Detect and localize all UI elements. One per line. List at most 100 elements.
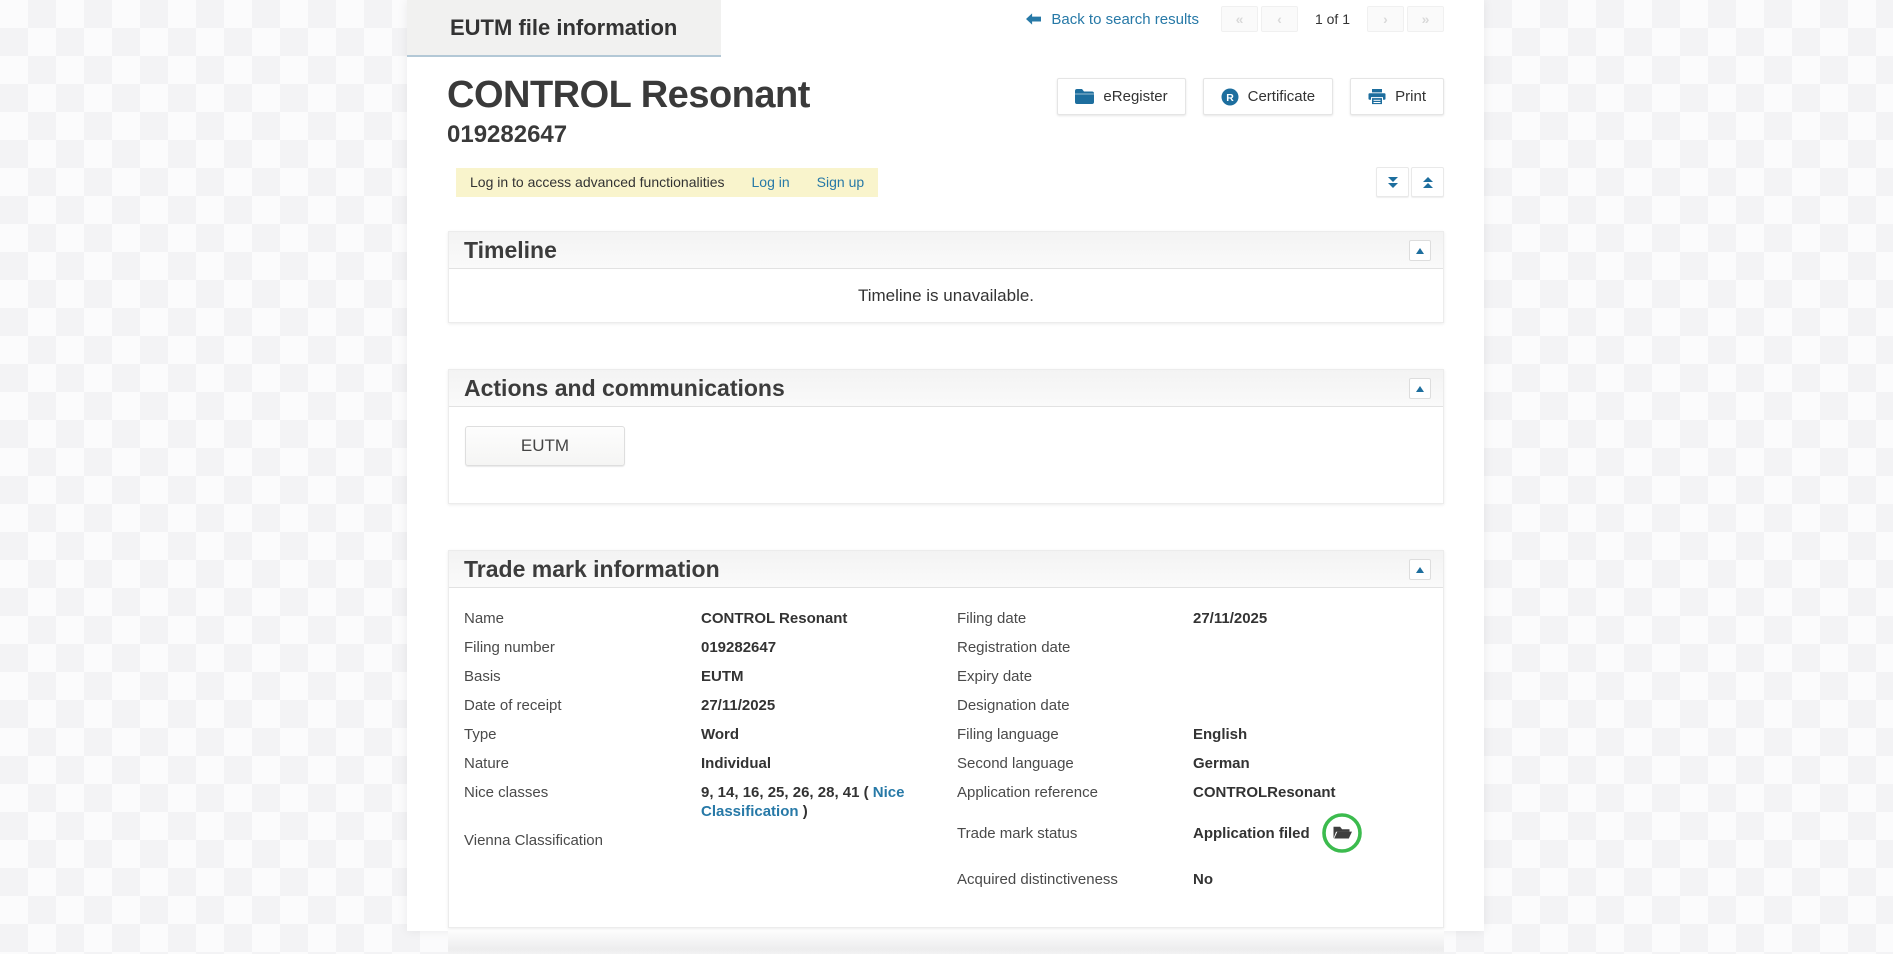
title-row: CONTROL Resonant 019282647 eRegister R C… xyxy=(407,74,1484,149)
trade-mark-status-value: Application filed xyxy=(1193,824,1310,843)
field-value: CONTROL Resonant xyxy=(701,609,957,628)
field-row-type: Type Word xyxy=(464,725,957,744)
field-value xyxy=(1193,667,1453,686)
content-column: EUTM file information Back to search res… xyxy=(407,0,1484,931)
double-chevron-down-icon xyxy=(1386,176,1400,189)
last-page-button[interactable]: » xyxy=(1407,6,1444,32)
next-section-strip xyxy=(448,930,1444,954)
field-label: Nature xyxy=(464,754,701,773)
trademark-left-column: Name CONTROL Resonant Filing number 0192… xyxy=(464,609,957,899)
log-in-link[interactable]: Log in xyxy=(752,174,790,190)
tab-label: EUTM file information xyxy=(450,15,677,41)
eutm-tab-button[interactable]: EUTM xyxy=(465,426,625,466)
registered-mark-icon: R xyxy=(1221,88,1239,106)
next-page-button[interactable]: › xyxy=(1367,6,1404,32)
first-page-icon: « xyxy=(1236,11,1244,27)
trademark-section-header: Trade mark information xyxy=(449,551,1443,588)
expand-all-button[interactable] xyxy=(1411,167,1444,197)
eregister-button[interactable]: eRegister xyxy=(1057,78,1185,115)
sign-up-link[interactable]: Sign up xyxy=(817,174,864,190)
first-page-button[interactable]: « xyxy=(1221,6,1258,32)
trademark-right-column: Filing date 27/11/2025 Registration date… xyxy=(957,609,1453,899)
field-value: Word xyxy=(701,725,957,744)
collapse-icon xyxy=(1416,386,1424,392)
back-to-search-results-link[interactable]: Back to search results xyxy=(1026,11,1199,28)
field-label: Filing language xyxy=(957,725,1193,744)
next-page-icon: › xyxy=(1383,11,1388,27)
login-row: Log in to access advanced functionalitie… xyxy=(407,167,1484,197)
field-value: No xyxy=(1193,870,1453,889)
timeline-body: Timeline is unavailable. xyxy=(449,269,1443,322)
field-row-filing-language: Filing language English xyxy=(957,725,1453,744)
field-label: Application reference xyxy=(957,783,1193,802)
print-button[interactable]: Print xyxy=(1350,78,1444,115)
nice-classes-value: 9, 14, 16, 25, 26, 28, 41 ( xyxy=(701,784,869,801)
field-label: Trade mark status xyxy=(957,824,1193,843)
print-label: Print xyxy=(1395,88,1426,105)
page-title: CONTROL Resonant xyxy=(447,74,810,117)
field-row-name: Name CONTROL Resonant xyxy=(464,609,957,628)
nice-classes-suffix: ) xyxy=(803,803,808,820)
actions-section-title: Actions and communications xyxy=(464,375,785,402)
top-navigation: Back to search results « ‹ 1 of 1 › » xyxy=(1026,6,1444,32)
field-value: 9, 14, 16, 25, 26, 28, 41 ( Nice Classif… xyxy=(701,783,957,821)
field-value: German xyxy=(1193,754,1453,773)
field-row-acquired-distinctiveness: Acquired distinctiveness No xyxy=(957,870,1453,889)
field-label: Filing date xyxy=(957,609,1193,628)
last-page-icon: » xyxy=(1422,11,1430,27)
field-value: English xyxy=(1193,725,1453,744)
trademark-section-title: Trade mark information xyxy=(464,556,720,583)
field-value: Individual xyxy=(701,754,957,773)
login-message: Log in to access advanced functionalitie… xyxy=(470,174,725,190)
timeline-section-header: Timeline xyxy=(449,232,1443,269)
field-label: Vienna Classification xyxy=(464,831,701,850)
pager: « ‹ 1 of 1 › » xyxy=(1221,6,1444,32)
tab-eutm-file-information[interactable]: EUTM file information xyxy=(407,0,721,57)
trade-mark-information-section: Trade mark information Name CONTROL Reso… xyxy=(448,550,1444,928)
collapse-controls xyxy=(1376,167,1444,197)
eregister-label: eRegister xyxy=(1103,88,1167,105)
field-label: Acquired distinctiveness xyxy=(957,870,1193,889)
field-label: Nice classes xyxy=(464,783,701,821)
field-row-application-reference: Application reference CONTROLResonant xyxy=(957,783,1453,802)
actions-section-header: Actions and communications xyxy=(449,370,1443,407)
application-filed-status-icon xyxy=(1321,812,1363,854)
field-label: Name xyxy=(464,609,701,628)
field-value: 27/11/2025 xyxy=(1193,609,1453,628)
field-row-filing-number: Filing number 019282647 xyxy=(464,638,957,657)
certificate-button[interactable]: R Certificate xyxy=(1203,78,1334,115)
field-value: CONTROLResonant xyxy=(1193,783,1453,802)
timeline-collapse-button[interactable] xyxy=(1409,240,1431,261)
field-value xyxy=(1193,638,1453,657)
printer-icon xyxy=(1368,89,1386,105)
field-row-basis: Basis EUTM xyxy=(464,667,957,686)
application-number: 019282647 xyxy=(447,121,810,149)
collapse-icon xyxy=(1416,248,1424,254)
field-label: Registration date xyxy=(957,638,1193,657)
field-label: Type xyxy=(464,725,701,744)
svg-text:R: R xyxy=(1226,91,1234,103)
field-row-nature: Nature Individual xyxy=(464,754,957,773)
prev-page-button[interactable]: ‹ xyxy=(1261,6,1298,32)
field-row-trade-mark-status: Trade mark status Application filed xyxy=(957,812,1453,854)
double-chevron-up-icon xyxy=(1421,176,1435,189)
collapse-all-button[interactable] xyxy=(1376,167,1409,197)
prev-page-icon: ‹ xyxy=(1277,11,1282,27)
login-bar: Log in to access advanced functionalitie… xyxy=(456,168,878,197)
timeline-unavailable-message: Timeline is unavailable. xyxy=(858,286,1034,306)
field-row-registration-date: Registration date xyxy=(957,638,1453,657)
field-label: Expiry date xyxy=(957,667,1193,686)
folder-icon xyxy=(1075,89,1094,104)
trademark-collapse-button[interactable] xyxy=(1409,559,1431,580)
field-label: Second language xyxy=(957,754,1193,773)
back-arrow-icon xyxy=(1026,13,1041,25)
field-value: 27/11/2025 xyxy=(701,696,957,715)
actions-collapse-button[interactable] xyxy=(1409,378,1431,399)
page-indicator: 1 of 1 xyxy=(1315,11,1350,27)
back-link-label: Back to search results xyxy=(1051,11,1199,28)
field-row-date-of-receipt: Date of receipt 27/11/2025 xyxy=(464,696,957,715)
field-row-second-language: Second language German xyxy=(957,754,1453,773)
actions-body: EUTM xyxy=(449,407,1443,503)
field-value xyxy=(1193,696,1453,715)
field-label: Basis xyxy=(464,667,701,686)
